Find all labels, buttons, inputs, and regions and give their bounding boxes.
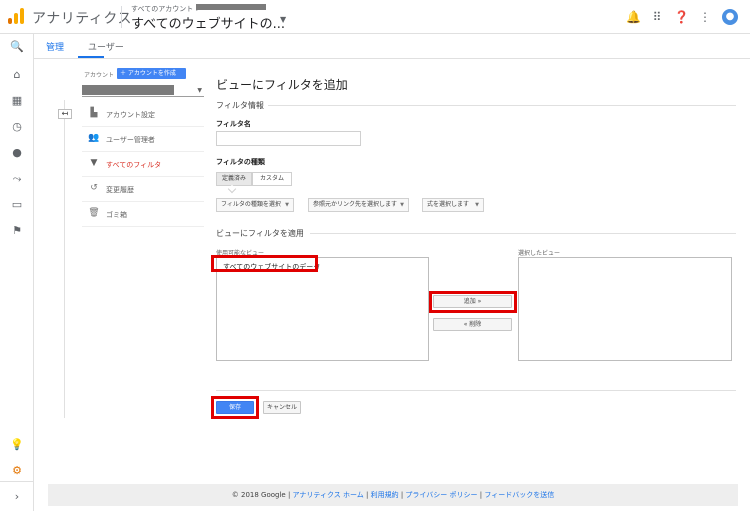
active-tab-indicator xyxy=(78,56,104,58)
dashboard-icon[interactable]: ▦ xyxy=(0,90,34,112)
top-bar: アナリティクス すべてのアカウント > すべてのウェブサイトの... ▼ 🔔 ⠿… xyxy=(0,0,750,34)
highlight-box xyxy=(211,396,259,419)
tab-admin[interactable]: 管理 xyxy=(46,40,64,53)
cancel-button[interactable]: キャンセル xyxy=(263,401,301,414)
menu-item-label: ゴミ箱 xyxy=(106,211,127,219)
selected-views-list[interactable] xyxy=(518,257,732,361)
menu-item-account-settings[interactable]: ▙ アカウント設定 xyxy=(82,102,204,127)
help-icon[interactable]: ❓ xyxy=(674,10,689,24)
view-selector[interactable]: すべてのウェブサイトの... xyxy=(131,13,285,32)
footer: © 2018 Google | アナリティクス ホーム | 利用規約 | プライ… xyxy=(48,484,738,506)
tab-user[interactable]: ユーザー xyxy=(88,40,124,53)
divider xyxy=(0,481,34,482)
dropdown-label: フィルタの種類を選択 xyxy=(221,201,281,208)
apply-heading: ビューにフィルタを適用 xyxy=(216,229,304,238)
expand-chevron-icon[interactable]: › xyxy=(0,486,34,508)
selected-views-label: 選択したビュー xyxy=(518,250,561,257)
lightbulb-icon[interactable]: 💡 xyxy=(0,434,34,456)
menu-item-all-filters[interactable]: ▼ すべてのフィルタ xyxy=(82,152,204,177)
highlight-box xyxy=(211,255,318,272)
create-account-button[interactable]: ＋ アカウントを作成 xyxy=(117,68,186,79)
menu-item-label: ユーザー管理者 xyxy=(106,136,155,144)
divider xyxy=(310,233,736,234)
divider xyxy=(268,105,736,106)
left-nav-rail: 🔍 ⌂ ▦ ◷ ● ⤳ ▭ ⚑ 💡 ⚙ › xyxy=(0,34,34,511)
dropdown-label: 参照元かリンク先を選択します xyxy=(313,201,398,208)
flag-icon[interactable]: ⚑ xyxy=(0,220,34,242)
tab-custom[interactable]: カスタム xyxy=(252,172,292,186)
filter-type-label: フィルタの種類 xyxy=(216,158,265,166)
redacted-account-name xyxy=(196,4,266,10)
home-icon[interactable]: ⌂ xyxy=(0,64,34,86)
source-destination-dropdown[interactable]: 参照元かリンク先を選択します ▼ xyxy=(308,198,409,212)
admin-tabs: 管理 ユーザー xyxy=(34,34,750,59)
search-icon[interactable]: 🔍 xyxy=(0,36,34,58)
person-icon[interactable]: ● xyxy=(0,142,34,164)
acquisition-icon[interactable]: ⤳ xyxy=(0,168,34,190)
account-settings-icon: ▙ xyxy=(90,108,98,118)
chevron-down-icon: ▼ xyxy=(475,202,479,208)
menu-item-label: 変更履歴 xyxy=(106,186,134,194)
clock-icon[interactable]: ◷ xyxy=(0,116,34,138)
available-views-list[interactable]: すべてのウェブサイトのデータ xyxy=(216,257,429,361)
chevron-down-icon[interactable]: ▼ xyxy=(280,15,286,24)
users-icon: 👥 xyxy=(88,133,100,143)
dropdown-label: 式を選択します xyxy=(427,201,470,208)
menu-item-trash[interactable]: 🗑 ゴミ箱 xyxy=(82,202,204,227)
footer-link-feedback[interactable]: フィードバックを送信 xyxy=(484,491,554,499)
footer-link-terms[interactable]: 利用規約 xyxy=(371,491,399,499)
divider xyxy=(121,6,122,28)
app-title: アナリティクス xyxy=(32,11,132,27)
plus-icon: ＋ xyxy=(120,70,128,77)
analytics-logo-icon[interactable] xyxy=(8,8,24,24)
remove-button[interactable]: « 削除 xyxy=(433,318,512,331)
timeline-line xyxy=(64,100,65,418)
top-actions: 🔔 ⠿ ❓ ⋮ ● xyxy=(626,9,738,25)
filter-name-label: フィルタ名 xyxy=(216,120,251,128)
analytics-app: アナリティクス すべてのアカウント > すべてのウェブサイトの... ▼ 🔔 ⠿… xyxy=(0,0,750,511)
trash-icon: 🗑 xyxy=(88,208,100,218)
more-vert-icon[interactable]: ⋮ xyxy=(698,10,712,24)
footer-link-privacy[interactable]: プライバシー ポリシー xyxy=(405,491,477,499)
account-selector[interactable]: ▼ xyxy=(82,85,204,97)
avatar[interactable]: ● xyxy=(722,9,738,25)
filter-info-heading: フィルタ情報 xyxy=(216,101,264,110)
menu-item-user-management[interactable]: 👥 ユーザー管理者 xyxy=(82,127,204,152)
create-account-label: アカウントを作成 xyxy=(127,70,176,77)
highlight-box xyxy=(429,291,517,313)
copyright: © 2018 Google xyxy=(231,491,286,499)
page-title: ビューにフィルタを追加 xyxy=(216,78,348,92)
bell-icon[interactable]: 🔔 xyxy=(626,10,641,24)
divider xyxy=(216,390,736,391)
redacted-account-name xyxy=(82,85,174,95)
chevron-down-icon: ▼ xyxy=(400,202,404,208)
footer-link-home[interactable]: アナリティクス ホーム xyxy=(293,491,364,499)
behavior-icon[interactable]: ▭ xyxy=(0,194,34,216)
back-arrow-icon[interactable]: ↤ xyxy=(58,109,72,119)
menu-item-label: すべてのフィルタ xyxy=(106,161,162,169)
history-icon: ↺ xyxy=(90,183,98,193)
apps-grid-icon[interactable]: ⠿ xyxy=(650,10,664,24)
expression-dropdown[interactable]: 式を選択します ▼ xyxy=(422,198,484,212)
filter-name-input[interactable] xyxy=(216,131,361,146)
chevron-down-icon: ▼ xyxy=(197,87,202,94)
account-label: アカウント xyxy=(84,72,115,79)
selected-tab-pointer xyxy=(227,184,237,194)
gear-icon[interactable]: ⚙ xyxy=(0,460,34,482)
chevron-down-icon: ▼ xyxy=(285,202,289,208)
tab-predefined[interactable]: 定義済み xyxy=(216,172,252,186)
filter-icon: ▼ xyxy=(90,158,98,168)
menu-item-change-history[interactable]: ↺ 変更履歴 xyxy=(82,177,204,202)
filter-type-dropdown[interactable]: フィルタの種類を選択 ▼ xyxy=(216,198,294,212)
menu-item-label: アカウント設定 xyxy=(106,111,155,119)
